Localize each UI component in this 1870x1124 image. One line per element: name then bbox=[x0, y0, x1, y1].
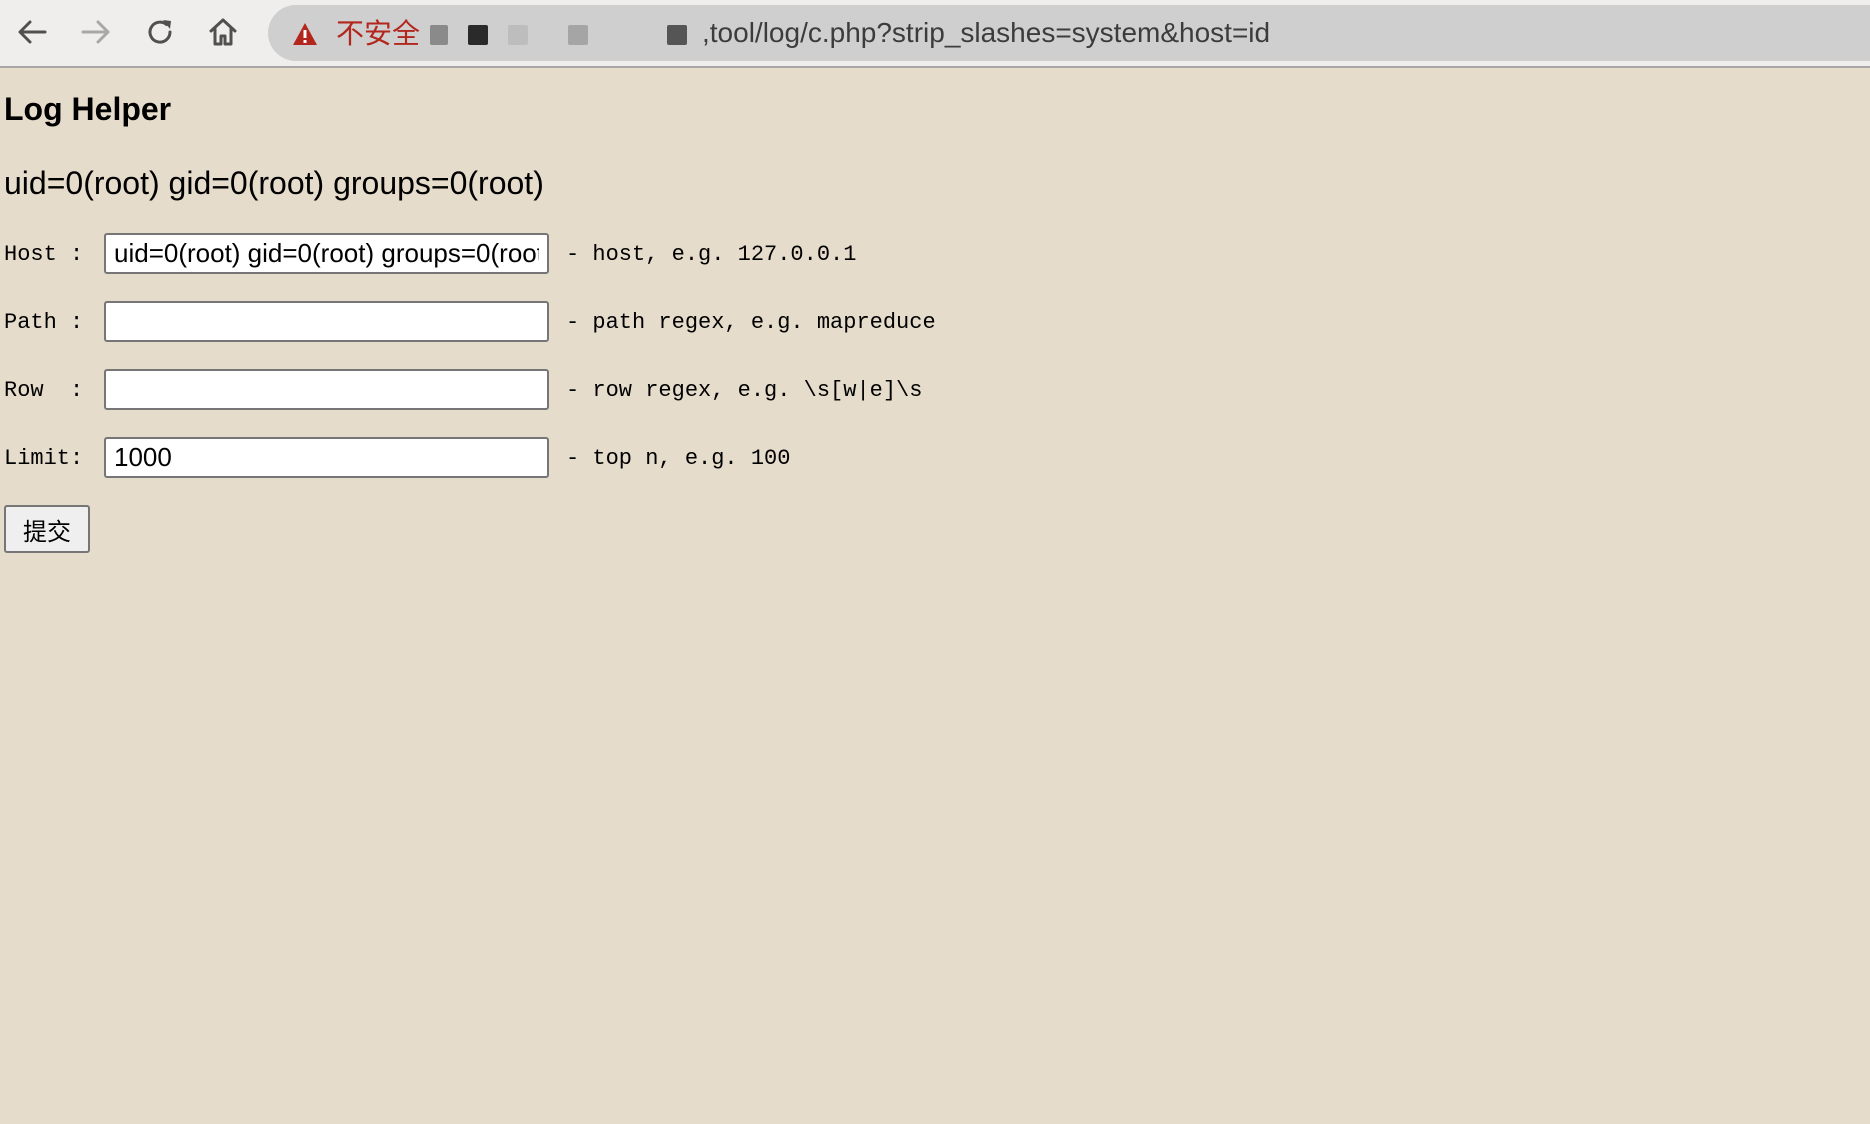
command-output: uid=0(root) gid=0(root) groups=0(root) bbox=[4, 165, 544, 201]
warning-icon bbox=[293, 23, 317, 45]
arrow-left-icon bbox=[18, 20, 47, 44]
forward-button[interactable] bbox=[72, 8, 120, 56]
redacted-block bbox=[667, 25, 687, 45]
limit-label: Limit: bbox=[4, 446, 84, 471]
home-icon bbox=[209, 18, 237, 46]
limit-input[interactable] bbox=[104, 437, 549, 478]
submit-button[interactable]: 提交 bbox=[4, 505, 90, 553]
arrow-right-icon bbox=[81, 20, 110, 44]
address-bar[interactable]: 不安全 ,tool/log/c.php?strip_slashes=system… bbox=[268, 5, 1870, 61]
row-label: Row : bbox=[4, 378, 84, 403]
redacted-block bbox=[468, 25, 488, 45]
reload-icon bbox=[148, 20, 172, 44]
redacted-block bbox=[568, 25, 588, 45]
host-hint: - host, e.g. 127.0.0.1 bbox=[566, 242, 857, 267]
back-button[interactable] bbox=[8, 8, 56, 56]
host-label: Host : bbox=[4, 242, 84, 267]
page-title: Log Helper bbox=[4, 91, 172, 127]
home-button[interactable] bbox=[199, 8, 247, 56]
reload-button[interactable] bbox=[136, 8, 184, 56]
row-hint: - row regex, e.g. \s[w|e]\s bbox=[566, 378, 923, 403]
path-label: Path : bbox=[4, 310, 84, 335]
row-input[interactable] bbox=[104, 369, 549, 410]
path-input[interactable] bbox=[104, 301, 549, 342]
redacted-block bbox=[508, 25, 528, 45]
security-status-label[interactable]: 不安全 bbox=[336, 18, 420, 50]
redacted-block bbox=[430, 25, 448, 45]
limit-hint: - top n, e.g. 100 bbox=[566, 446, 791, 471]
browser-toolbar: 不安全 ,tool/log/c.php?strip_slashes=system… bbox=[0, 0, 1870, 68]
host-input[interactable] bbox=[104, 233, 549, 274]
path-hint: - path regex, e.g. mapreduce bbox=[566, 310, 936, 335]
url-text[interactable]: ,tool/log/c.php?strip_slashes=system&hos… bbox=[702, 17, 1270, 49]
